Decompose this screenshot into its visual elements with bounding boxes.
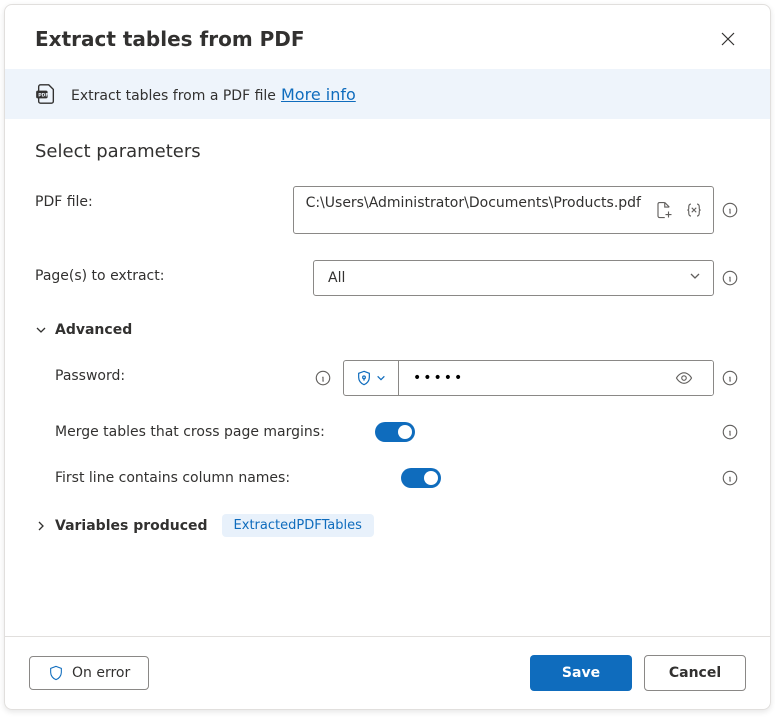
row-variables: Variables produced ExtractedPDFTables: [35, 514, 740, 537]
more-info-link[interactable]: More info: [281, 85, 356, 104]
merge-info-button[interactable]: [720, 422, 740, 442]
password-label: Password:: [55, 360, 303, 384]
chevron-down-icon: [376, 373, 386, 383]
advanced-expander[interactable]: Advanced: [35, 322, 740, 338]
file-add-icon: [655, 201, 673, 219]
pages-info-button[interactable]: [720, 268, 740, 288]
pages-label: Page(s) to extract:: [35, 260, 303, 284]
info-banner: PDF Extract tables from a PDF file More …: [5, 69, 770, 119]
variable-icon: [685, 201, 703, 219]
row-firstline: First line contains column names:: [55, 468, 740, 488]
close-icon: [721, 32, 735, 46]
dialog-header: Extract tables from PDF: [5, 5, 770, 69]
advanced-label: Advanced: [55, 322, 132, 338]
dialog: Extract tables from PDF PDF Extract tabl…: [4, 4, 771, 710]
pdf-file-info-button[interactable]: [720, 200, 740, 220]
password-input[interactable]: [399, 361, 713, 395]
password-field-wrap: [343, 360, 714, 396]
merge-toggle[interactable]: [375, 422, 415, 442]
pdf-file-input[interactable]: C:\Users\Administrator\Documents\Product…: [293, 186, 714, 234]
info-icon: [721, 201, 739, 219]
footer-right: Save Cancel: [530, 655, 746, 691]
svg-text:PDF: PDF: [38, 92, 48, 98]
close-button[interactable]: [712, 23, 744, 55]
dialog-title: Extract tables from PDF: [35, 27, 305, 51]
pdf-file-input-wrap: C:\Users\Administrator\Documents\Product…: [293, 186, 714, 234]
row-merge: Merge tables that cross page margins:: [55, 422, 740, 442]
chevron-down-icon: [689, 270, 701, 286]
shield-icon: [48, 665, 64, 681]
content: Select parameters PDF file: C:\Users\Adm…: [5, 119, 770, 636]
password-info-button[interactable]: [720, 368, 740, 388]
dialog-footer: On error Save Cancel: [5, 636, 770, 709]
row-password: Password:: [55, 360, 740, 396]
advanced-block: Password:: [35, 360, 740, 488]
info-icon: [314, 369, 332, 387]
pages-select[interactable]: All: [313, 260, 714, 296]
variable-badge[interactable]: ExtractedPDFTables: [222, 514, 374, 537]
save-button[interactable]: Save: [530, 655, 632, 691]
info-icon: [721, 423, 739, 441]
chevron-right-icon: [35, 520, 47, 532]
password-type-picker[interactable]: [344, 361, 399, 395]
firstline-label: First line contains column names:: [55, 470, 335, 486]
variables-label: Variables produced: [55, 518, 208, 534]
section-title: Select parameters: [35, 141, 740, 162]
pdf-icon: PDF: [35, 83, 57, 105]
row-pdf-file: PDF file: C:\Users\Administrator\Documen…: [35, 186, 740, 234]
file-picker-button[interactable]: [652, 198, 676, 222]
firstline-toggle[interactable]: [401, 468, 441, 488]
on-error-label: On error: [72, 665, 130, 681]
info-icon: [721, 469, 739, 487]
banner-text: Extract tables from a PDF file: [71, 88, 276, 104]
pdf-file-label: PDF file:: [35, 186, 283, 210]
eye-icon: [675, 369, 693, 387]
banner-text-wrap: Extract tables from a PDF file More info: [71, 85, 356, 104]
merge-label: Merge tables that cross page margins:: [55, 424, 335, 440]
password-label-info-button[interactable]: [313, 368, 333, 388]
pages-select-value: All: [328, 270, 345, 286]
password-reveal-button[interactable]: [672, 366, 696, 390]
on-error-button[interactable]: On error: [29, 656, 149, 690]
info-icon: [721, 369, 739, 387]
cancel-button[interactable]: Cancel: [644, 655, 746, 691]
chevron-down-icon: [35, 324, 47, 336]
variable-picker-button[interactable]: [682, 198, 706, 222]
variables-expander[interactable]: Variables produced: [35, 518, 208, 534]
row-pages: Page(s) to extract: All: [35, 260, 740, 296]
info-icon: [721, 269, 739, 287]
shield-lock-icon: [356, 370, 372, 386]
firstline-info-button[interactable]: [720, 468, 740, 488]
